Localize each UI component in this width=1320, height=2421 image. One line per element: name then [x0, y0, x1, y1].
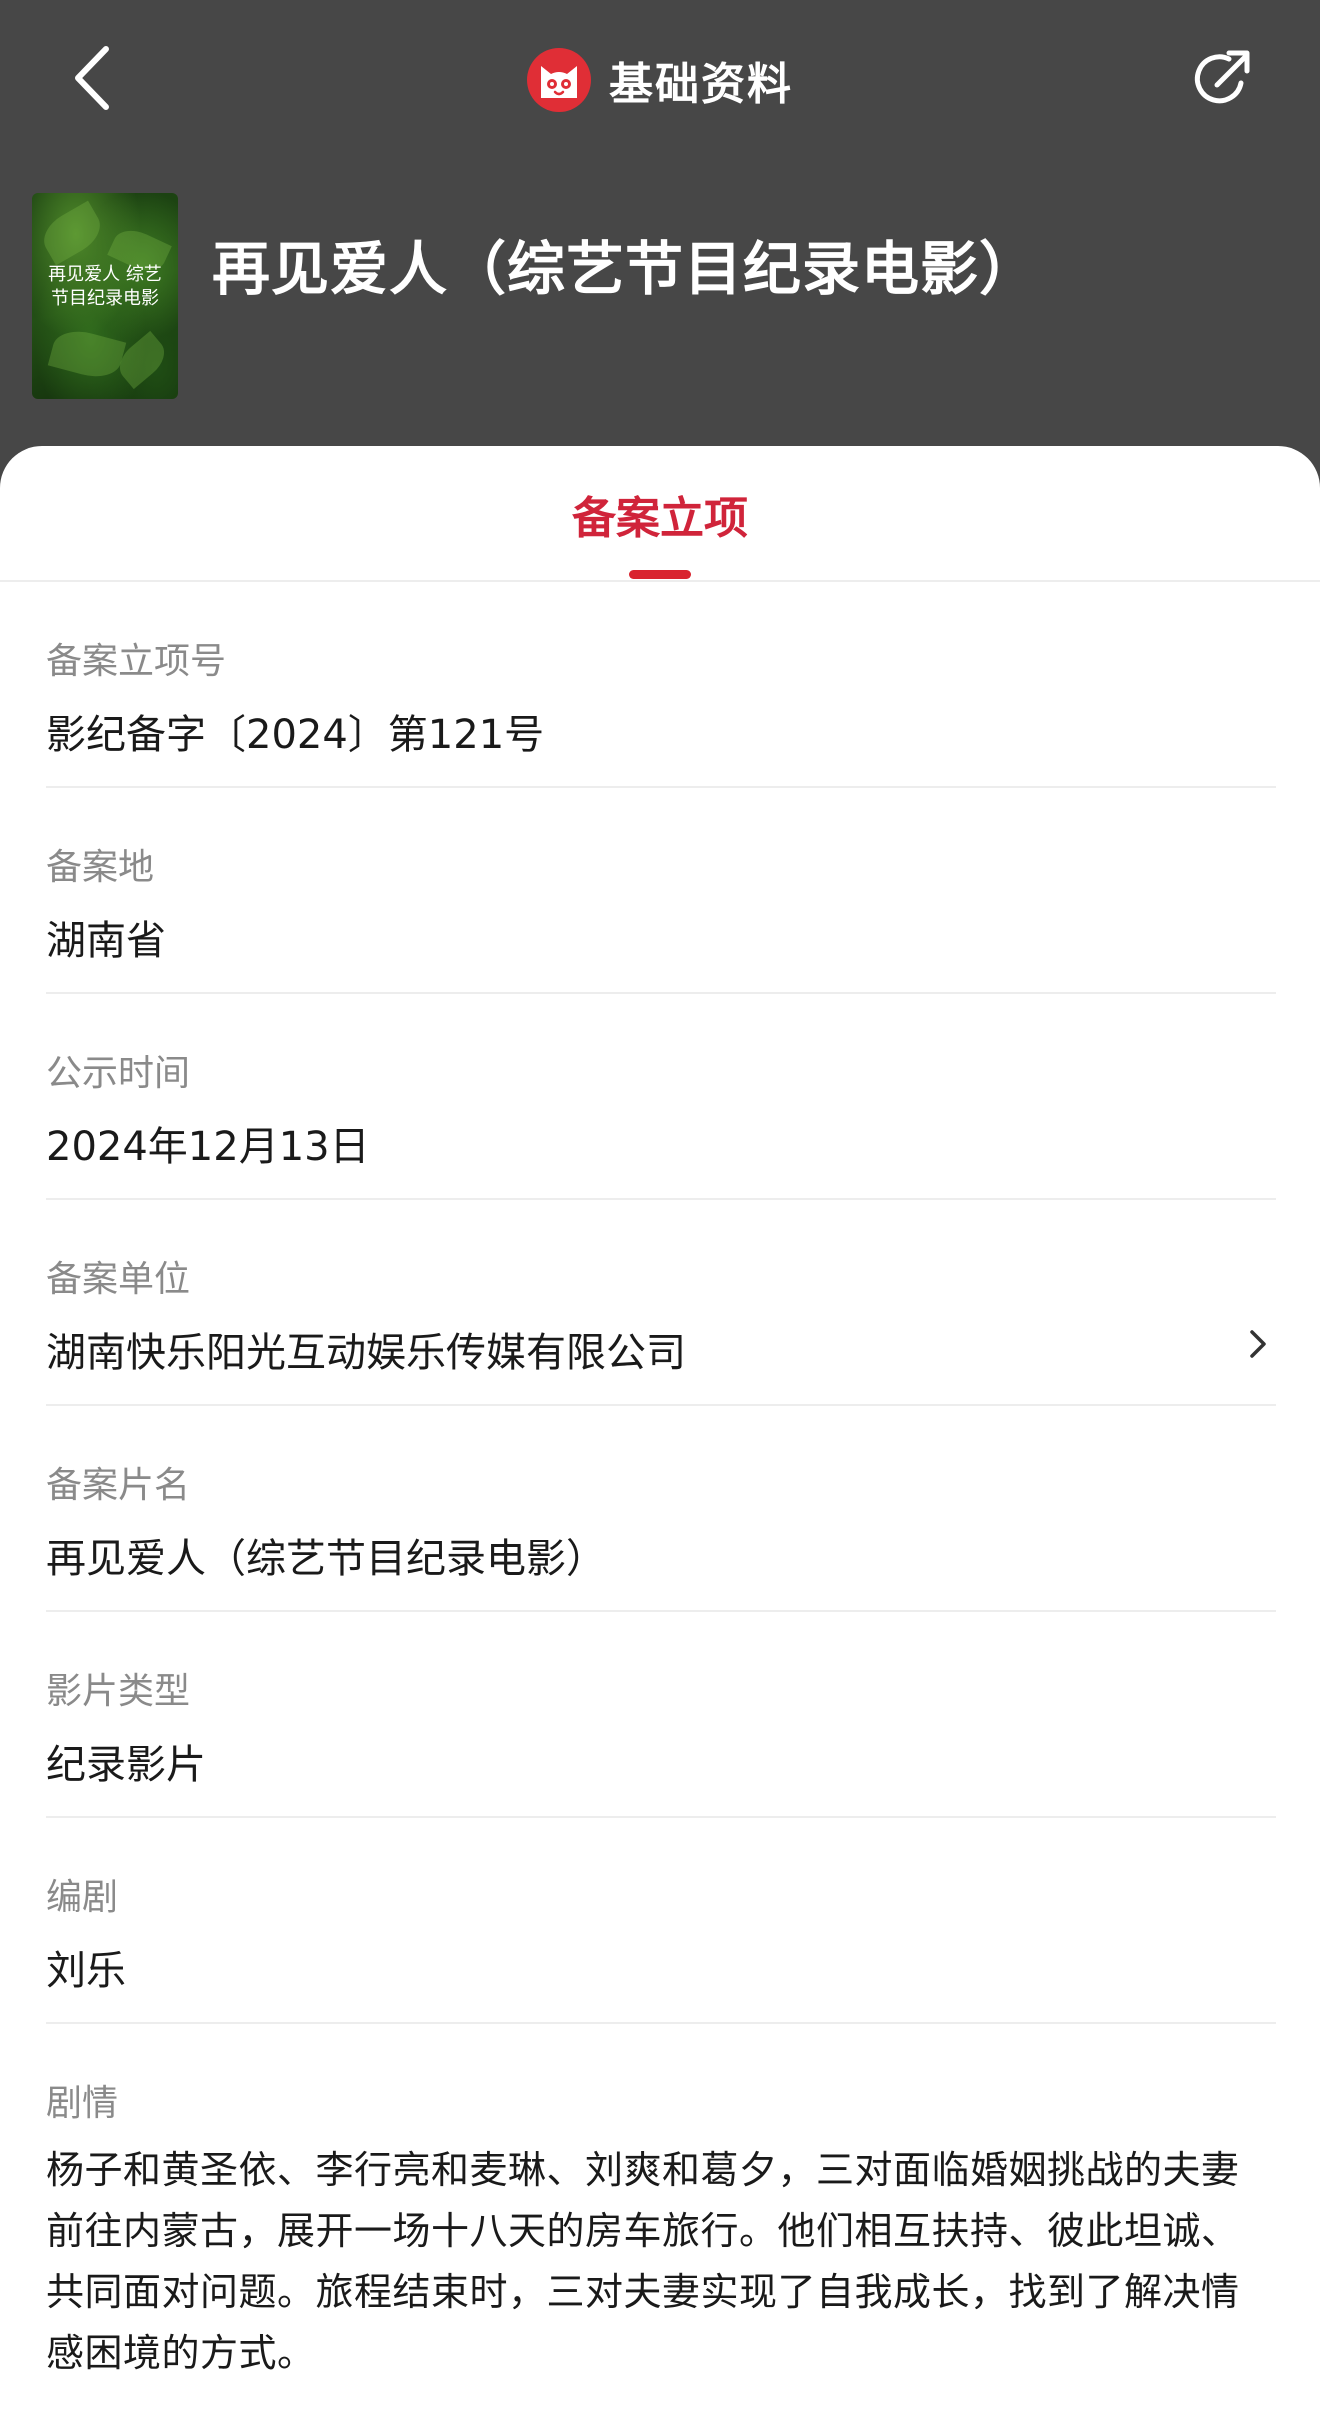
top-nav: 基础资料 — [0, 0, 1320, 160]
field-label: 影片类型 — [46, 1671, 191, 1712]
poster-leaf-decoration — [47, 324, 127, 384]
field-label: 备案地 — [46, 847, 155, 888]
field-value: 纪录影片 — [46, 1742, 206, 1788]
field-filing-company[interactable]: 备案单位 湖南快乐阳光互动娱乐传媒有限公司 — [46, 1200, 1276, 1406]
field-label: 备案立项号 — [46, 641, 227, 682]
movie-poster[interactable]: 再见爱人 综艺节目纪录电影 — [32, 193, 178, 399]
field-label: 备案单位 — [46, 1259, 191, 1300]
field-label: 公示时间 — [46, 1053, 191, 1094]
field-value: 再见爱人（综艺节目纪录电影） — [46, 1536, 606, 1582]
movie-title: 再见爱人（综艺节目纪录电影） — [212, 235, 1039, 303]
chevron-right-icon[interactable] — [1240, 1322, 1276, 1366]
plot-text: 杨子和黄圣依、李行亮和麦琳、刘爽和葛夕，三对面临婚姻挑战的夫妻前往内蒙古，展开一… — [46, 2148, 1240, 2375]
nav-title-group: 基础资料 — [0, 40, 1320, 120]
info-card: 备案立项 备案立项号 影纪备字〔2024〕第121号 备案地 湖南省 公示时间 … — [0, 446, 1320, 2421]
share-button[interactable] — [1180, 38, 1264, 122]
field-list: 备案立项号 影纪备字〔2024〕第121号 备案地 湖南省 公示时间 2024年… — [46, 582, 1276, 2375]
tab-filing[interactable]: 备案立项 — [0, 482, 1320, 546]
field-screenwriter: 编剧 刘乐 — [46, 1818, 1276, 2024]
field-value: 刘乐 — [46, 1948, 126, 1994]
poster-text: 再见爱人 综艺节目纪录电影 — [48, 264, 162, 309]
field-plot: 剧情 杨子和黄圣依、李行亮和麦琳、刘爽和葛夕，三对面临婚姻挑战的夫妻前往内蒙古，… — [46, 2024, 1276, 2375]
share-icon — [1194, 50, 1250, 104]
poster-leaf-decoration — [111, 330, 173, 390]
field-value: 影纪备字〔2024〕第121号 — [46, 712, 545, 758]
field-filing-title: 备案片名 再见爱人（综艺节目纪录电影） — [46, 1406, 1276, 1612]
field-value: 湖南快乐阳光互动娱乐传媒有限公司 — [46, 1330, 686, 1376]
field-film-type: 影片类型 纪录影片 — [46, 1612, 1276, 1818]
field-filing-location: 备案地 湖南省 — [46, 788, 1276, 994]
nav-title: 基础资料 — [609, 59, 793, 110]
field-filing-number: 备案立项号 影纪备字〔2024〕第121号 — [46, 582, 1276, 788]
field-publish-date: 公示时间 2024年12月13日 — [46, 994, 1276, 1200]
tab-bar: 备案立项 — [0, 446, 1320, 582]
field-value: 2024年12月13日 — [46, 1124, 370, 1170]
cat-logo-icon — [527, 48, 591, 112]
tab-active-indicator — [629, 570, 691, 579]
field-label: 编剧 — [46, 1877, 119, 1918]
field-label: 剧情 — [46, 2083, 119, 2124]
poster-leaf-decoration — [36, 200, 108, 266]
field-label: 备案片名 — [46, 1465, 191, 1506]
field-value: 湖南省 — [46, 918, 166, 964]
page: 基础资料 再见爱人 综艺节目纪录电影 再见爱人（综艺节目纪录电影） 备案立项 备… — [0, 0, 1320, 2421]
